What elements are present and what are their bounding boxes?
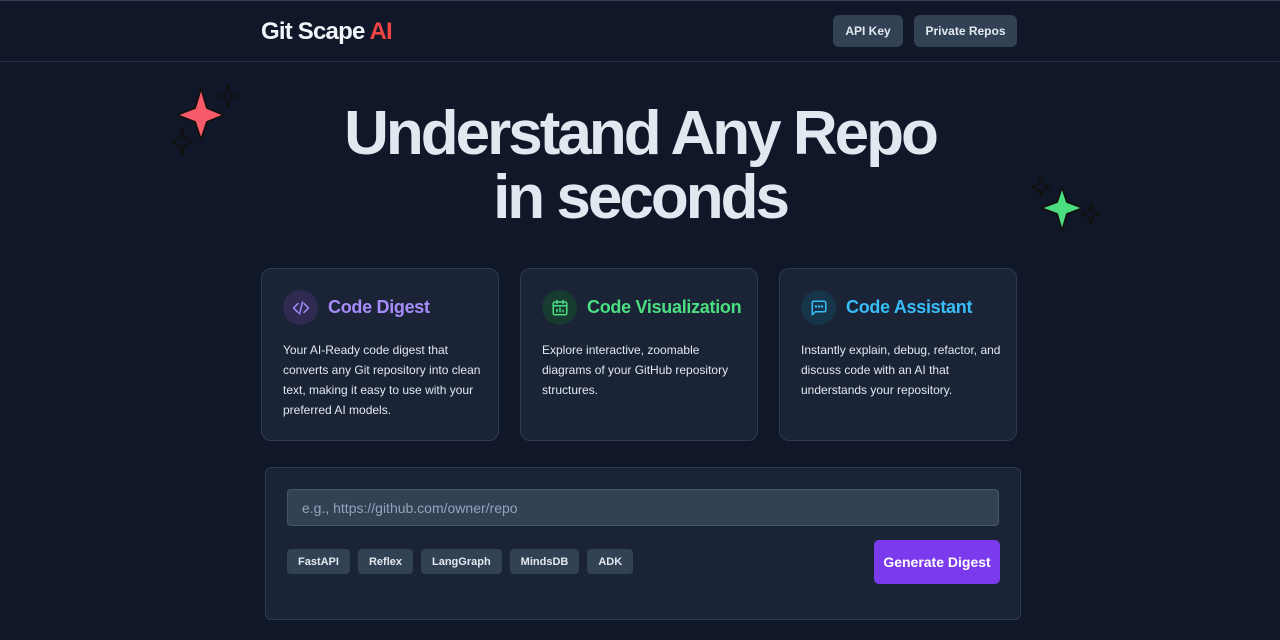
repo-url-input[interactable] [287,489,999,526]
logo[interactable]: Git Scape AI [261,18,393,46]
feature-title: Code Digest [328,297,430,317]
api-key-button[interactable]: API Key [833,15,903,47]
chip-mindsdb[interactable]: MindsDB [509,549,580,574]
feature-title: Code Assistant [846,297,973,317]
chip-langgraph[interactable]: LangGraph [421,549,502,574]
feature-description: Explore interactive, zoomable diagrams o… [542,343,729,397]
top-navbar: Git Scape AI API Key Private Repos [0,1,1280,62]
generate-digest-button[interactable]: Generate Digest [874,540,1000,584]
repo-input-panel: FastAPI Reflex LangGraph MindsDB ADK Gen… [265,467,1021,620]
code-icon [283,290,318,325]
logo-accent: AI [369,18,393,45]
calendar-chart-icon [542,290,577,325]
feature-card-code-digest[interactable]: Code Digest Your AI-Ready code digest th… [261,268,499,441]
hero-title-line2: in seconds [493,163,790,232]
hero-title-line1: Understand Any Repo [344,99,939,168]
logo-text: Git Scape [261,18,370,45]
private-repos-button[interactable]: Private Repos [914,15,1017,47]
suggestion-chips: FastAPI Reflex LangGraph MindsDB ADK [287,549,634,574]
feature-description: Your AI-Ready code digest that converts … [283,343,481,417]
feature-title: Code Visualization [587,297,742,317]
chat-icon [801,290,836,325]
chip-adk[interactable]: ADK [587,549,634,574]
feature-card-code-assistant[interactable]: Code Assistant Instantly explain, debug,… [779,268,1017,441]
feature-description: Instantly explain, debug, refactor, and … [801,343,1001,397]
chip-fastapi[interactable]: FastAPI [287,549,350,574]
feature-card-code-visualization[interactable]: Code Visualization Explore interactive, … [520,268,758,441]
chip-reflex[interactable]: Reflex [357,549,413,574]
